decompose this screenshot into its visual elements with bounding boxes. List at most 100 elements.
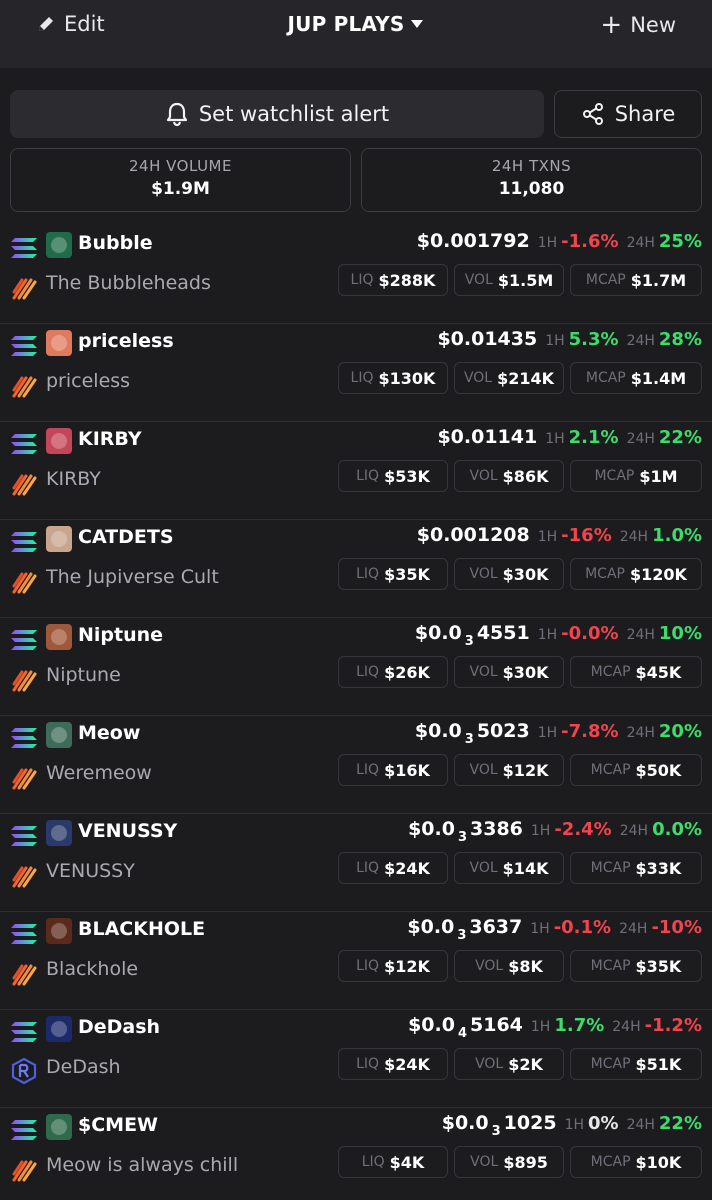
- liquidity-value: $16K: [384, 760, 430, 780]
- volume-pill: VOL $8K: [454, 950, 564, 982]
- change-24h: 0.0%: [652, 819, 702, 840]
- set-watchlist-alert-button[interactable]: Set watchlist alert: [10, 90, 544, 138]
- token-name: Blackhole: [46, 958, 139, 980]
- token-row-blackhole[interactable]: BLACKHOLE Blackhole $0.0 3 3637 1H -0.1% 2…: [0, 912, 712, 1010]
- volume-pill: VOL $895: [454, 1146, 564, 1178]
- liquidity-pill: LIQ $53K: [338, 460, 448, 492]
- liquidity-pill: LIQ $24K: [338, 852, 448, 884]
- liquidity-label: LIQ: [356, 958, 380, 974]
- token-symbol: BLACKHOLE: [78, 918, 206, 940]
- market-cap-pill: MCAP $120K: [570, 558, 702, 590]
- timeframe-24h-label: 24H: [626, 1117, 655, 1133]
- volume-label: VOL: [469, 468, 498, 484]
- solana-icon: [11, 1120, 37, 1140]
- volume-pill: VOL $14K: [454, 852, 564, 884]
- volume-label: VOL: [464, 272, 493, 288]
- change-1h: -0.0%: [561, 623, 619, 644]
- volume-value: $2K: [508, 1054, 543, 1074]
- token-row-venussy[interactable]: VENUSSY VENUSSY $0.0 3 3386 1H -2.4% 24H 0…: [0, 814, 712, 912]
- volume-pill: VOL $214K: [454, 362, 564, 394]
- price-change-group: $0.001792 1H -1.6% 24H 25%: [417, 230, 702, 252]
- timeframe-24h-label: 24H: [626, 627, 655, 643]
- volume-value: $214K: [497, 368, 555, 388]
- token-row-dedash[interactable]: DeDash DeDash $0.0 4 5164 1H 1.7% 24H -1.2…: [0, 1010, 712, 1108]
- token-price: $0.0 3 1025: [441, 1112, 557, 1139]
- share-label: Share: [614, 102, 676, 126]
- market-cap-value: $1M: [639, 466, 678, 486]
- solana-icon: [11, 532, 37, 552]
- solana-icon: [11, 434, 37, 454]
- token-name: The Bubbleheads: [46, 272, 211, 294]
- share-button[interactable]: Share: [554, 90, 702, 138]
- pumpfun-flame-icon: [12, 572, 37, 594]
- token-price: $0.001208: [416, 524, 530, 546]
- pumpfun-flame-icon: [12, 474, 37, 496]
- market-cap-value: $33K: [635, 858, 682, 878]
- change-24h: -1.2%: [644, 1015, 702, 1036]
- price-change-group: $0.0 3 3386 1H -2.4% 24H 0.0%: [408, 818, 702, 845]
- volume-label: VOL: [469, 762, 498, 778]
- volume-value: $14K: [502, 858, 549, 878]
- liquidity-value: $26K: [384, 662, 430, 682]
- token-row-priceless[interactable]: priceless priceless $0.01435 1H 5.3% 24H…: [0, 324, 712, 422]
- token-avatar: [46, 526, 72, 552]
- market-cap-value: $50K: [635, 760, 682, 780]
- token-row-meow[interactable]: Meow Weremeow $0.0 3 5023 1H -7.8% 24H 20%…: [0, 716, 712, 814]
- token-row-catdets[interactable]: CATDETS The Jupiverse Cult $0.001208 1H …: [0, 520, 712, 618]
- token-name: KIRBY: [46, 468, 101, 490]
- change-24h: -10%: [651, 917, 702, 938]
- txns-label: 24H TXNS: [491, 157, 572, 175]
- market-cap-label: MCAP: [585, 370, 626, 386]
- market-cap-value: $35K: [635, 956, 682, 976]
- change-1h: 5.3%: [568, 329, 619, 350]
- timeframe-24h-label: 24H: [626, 235, 655, 251]
- alert-label: Set watchlist alert: [198, 102, 390, 126]
- volume-value: $30K: [502, 662, 549, 682]
- liquidity-pill: LIQ $130K: [338, 362, 448, 394]
- volume-stat: 24H VOLUME $1.9M: [10, 148, 351, 212]
- timeframe-1h-label: 1H: [537, 529, 558, 545]
- timeframe-1h-label: 1H: [545, 333, 565, 349]
- token-symbol: Niptune: [78, 624, 164, 646]
- token-price: $0.0 3 4551: [414, 622, 530, 649]
- market-cap-label: MCAP: [590, 762, 631, 778]
- token-price: $0.001792: [416, 230, 530, 252]
- token-row-niptune[interactable]: Niptune Niptune $0.0 3 4551 1H -0.0% 24H 1…: [0, 618, 712, 716]
- timeframe-1h-label: 1H: [537, 235, 558, 251]
- liquidity-value: $53K: [384, 466, 430, 486]
- market-cap-value: $10K: [635, 1152, 682, 1172]
- liquidity-label: LIQ: [356, 664, 380, 680]
- volume-label: VOL: [475, 1056, 504, 1072]
- price-change-group: $0.0 3 5023 1H -7.8% 24H 20%: [415, 720, 702, 747]
- timeframe-1h-label: 1H: [537, 627, 558, 643]
- token-row-cmew[interactable]: $CMEW Meow is always chill $0.0 3 1025 1H …: [0, 1108, 712, 1200]
- volume-value: $1.5M: [497, 270, 554, 290]
- liquidity-label: LIQ: [356, 468, 380, 484]
- raydium-icon: [11, 1058, 37, 1084]
- token-avatar: [46, 428, 72, 454]
- market-cap-pill: MCAP $33K: [570, 852, 702, 884]
- market-cap-label: MCAP: [594, 468, 635, 484]
- market-cap-value: $1.4M: [630, 368, 687, 388]
- token-symbol: Meow: [78, 722, 141, 744]
- volume-label: VOL: [475, 958, 504, 974]
- liquidity-pill: LIQ $26K: [338, 656, 448, 688]
- pumpfun-flame-icon: [12, 1160, 37, 1182]
- volume-label: VOL: [470, 1154, 499, 1170]
- change-1h: -2.4%: [554, 819, 612, 840]
- liquidity-value: $24K: [384, 858, 430, 878]
- price-change-group: $0.0 3 3637 1H -0.1% 24H -10%: [407, 916, 702, 943]
- liquidity-pill: LIQ $16K: [338, 754, 448, 786]
- pumpfun-flame-icon: [12, 278, 37, 300]
- token-row-kirby[interactable]: KIRBY KIRBY $0.01141 1H 2.1% 24H 22% LIQ…: [0, 422, 712, 520]
- new-button[interactable]: + New: [600, 12, 676, 38]
- market-cap-pill: MCAP $50K: [570, 754, 702, 786]
- timeframe-24h-label: 24H: [626, 431, 655, 447]
- solana-icon: [11, 336, 37, 356]
- market-cap-label: MCAP: [590, 860, 631, 876]
- change-1h: 0%: [588, 1113, 619, 1134]
- token-row-bubble[interactable]: Bubble The Bubbleheads $0.001792 1H -1.6…: [0, 226, 712, 324]
- token-symbol: priceless: [78, 330, 174, 352]
- market-cap-value: $51K: [635, 1054, 682, 1074]
- change-1h: -16%: [561, 525, 612, 546]
